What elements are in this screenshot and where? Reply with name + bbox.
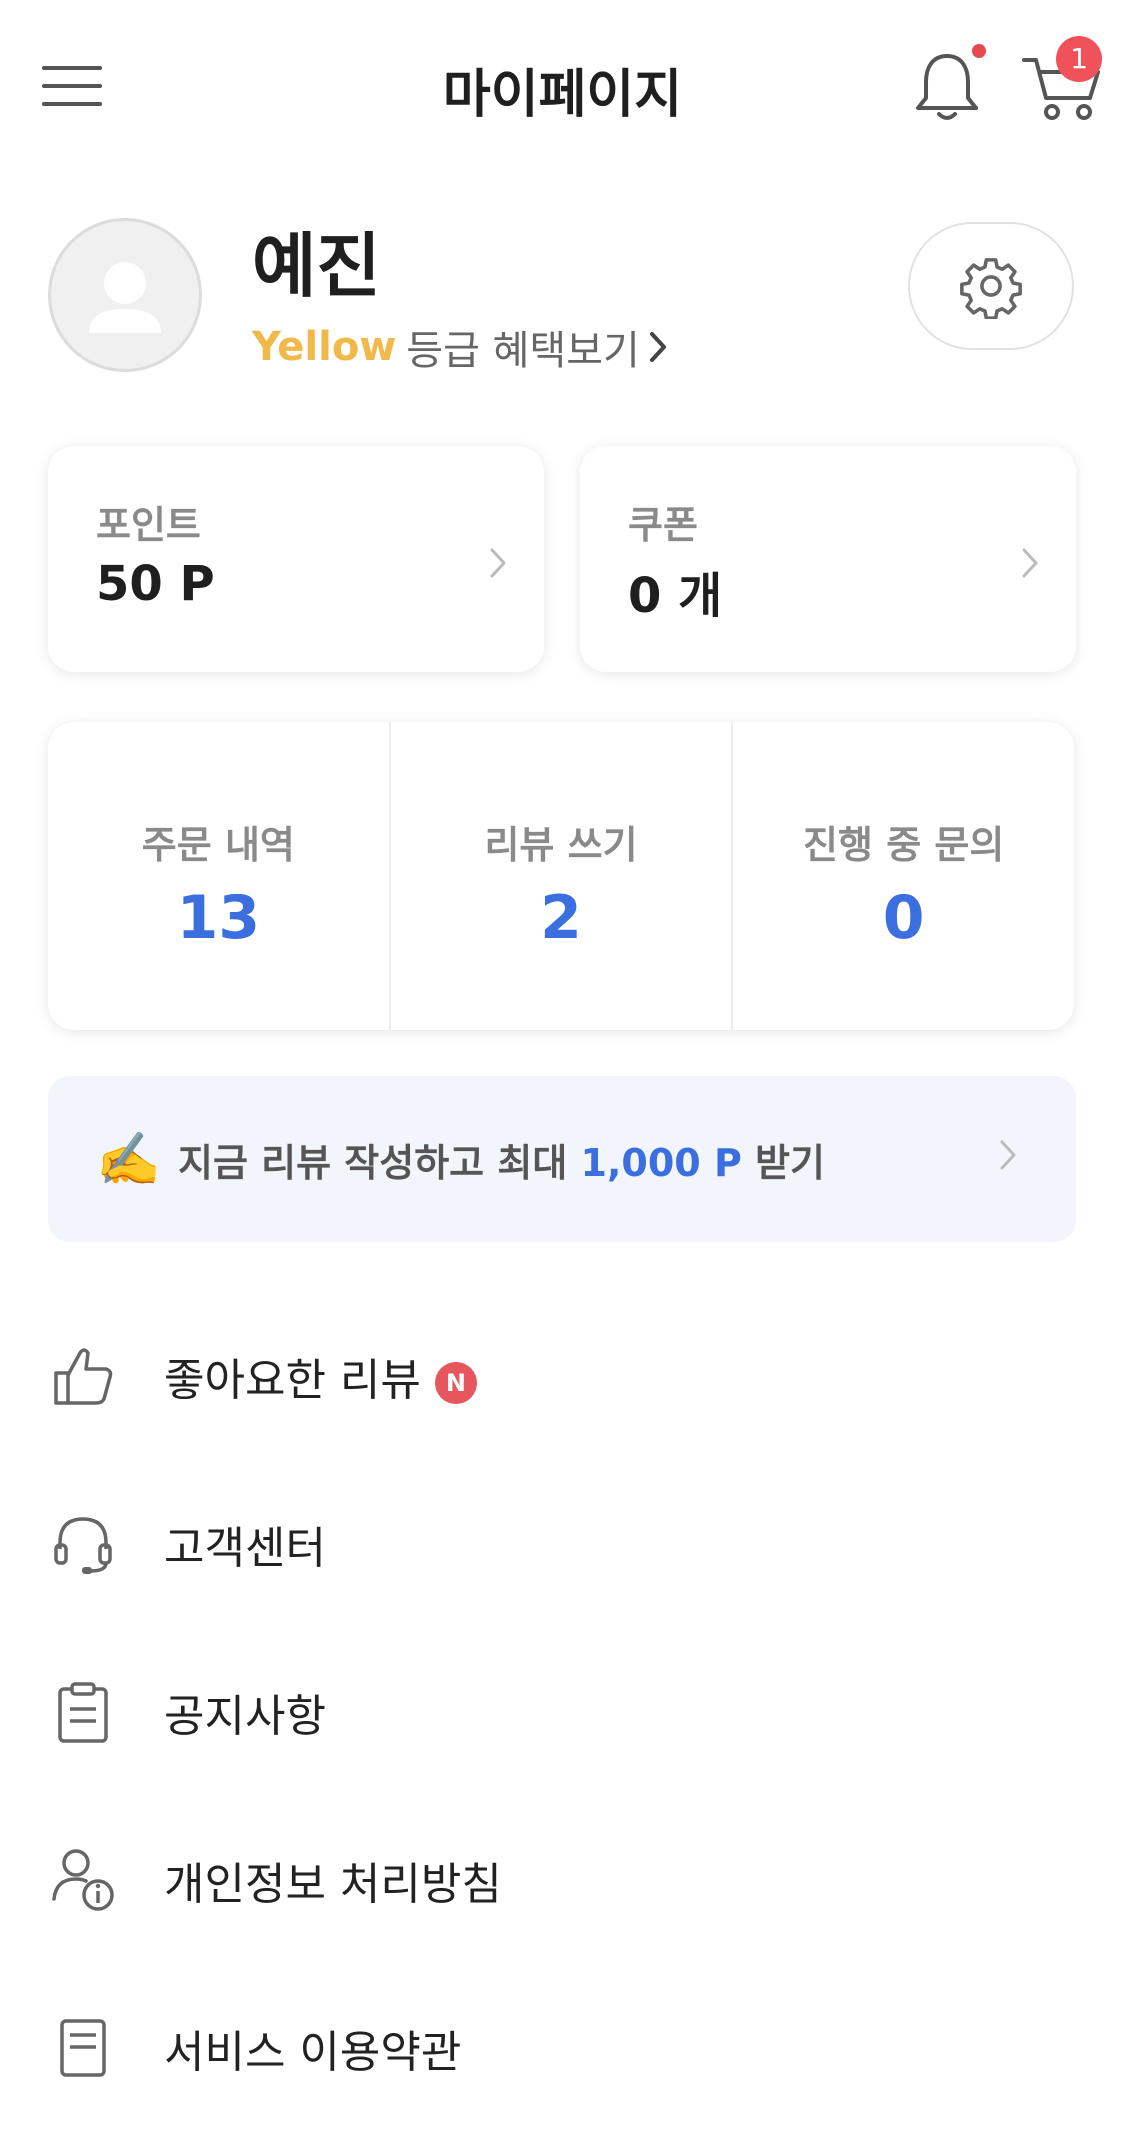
menu-item-privacy-policy[interactable]: 개인정보 처리방침 — [0, 1796, 1125, 1964]
stat-label: 진행 중 문의 — [803, 823, 1005, 867]
stat-value: 13 — [176, 883, 261, 953]
notification-dot — [972, 44, 986, 58]
cart-count-badge: 1 — [1056, 36, 1102, 82]
stat-reviews[interactable]: 리뷰 쓰기 2 — [388, 722, 732, 1030]
banner-suffix: 받기 — [755, 1140, 825, 1185]
stat-value: 2 — [540, 883, 582, 953]
grade-benefits-link[interactable]: Yellow 등급 혜택보기 — [252, 318, 668, 376]
coupon-card[interactable]: 쿠폰 0 개 — [580, 446, 1076, 672]
new-badge: N — [434, 1362, 477, 1404]
headset-icon — [48, 1509, 118, 1579]
menu-item-notices[interactable]: 공지사항 — [0, 1628, 1125, 1796]
bell-icon[interactable] — [912, 50, 982, 125]
menu-item-terms[interactable]: 서비스 이용약관 — [0, 1964, 1125, 2132]
menu-item-label: 고객센터 — [164, 1523, 326, 1574]
chevron-right-icon — [1000, 1140, 1016, 1170]
point-value: 50 P — [96, 556, 215, 612]
menu-item-label: 개인정보 처리방침 — [164, 1859, 502, 1910]
review-reward-banner[interactable]: ✍️ 지금 리뷰 작성하고 최대 1,000 P 받기 — [48, 1076, 1076, 1242]
banner-text: 지금 리뷰 작성하고 최대 1,000 P 받기 — [178, 1132, 825, 1187]
stat-value: 0 — [882, 883, 925, 953]
stat-label: 주문 내역 — [141, 823, 295, 867]
liked-reviews-text: 좋아요한 리뷰 — [164, 1355, 421, 1406]
menu-item-label: 공지사항 — [164, 1691, 326, 1742]
menu-item-label: 서비스 이용약관 — [164, 2027, 462, 2078]
point-card[interactable]: 포인트 50 P — [48, 446, 544, 672]
banner-prefix: 지금 리뷰 작성하고 최대 — [178, 1140, 568, 1185]
writing-hand-icon: ✍️ — [96, 1129, 161, 1190]
coupon-label: 쿠폰 — [628, 503, 698, 547]
user-silhouette-icon — [89, 262, 161, 333]
user-info-icon — [48, 1845, 118, 1915]
grade-label: Yellow — [252, 324, 397, 370]
top-bar: 마이페이지 1 — [0, 0, 1125, 170]
clipboard-icon — [48, 1677, 118, 1747]
point-label: 포인트 — [96, 503, 201, 547]
banner-highlight: 1,000 P — [580, 1140, 742, 1185]
stat-inquiries[interactable]: 진행 중 문의 0 — [731, 722, 1074, 1030]
menu-item-customer-center[interactable]: 고객센터 — [0, 1460, 1125, 1628]
menu-item-liked-reviews[interactable]: 좋아요한 리뷰 N — [0, 1292, 1125, 1460]
document-icon — [48, 2013, 118, 2083]
coupon-value: 0 개 — [628, 568, 723, 624]
stat-orders[interactable]: 주문 내역 13 — [48, 722, 389, 1030]
gear-icon — [960, 258, 1022, 319]
menu-list: 좋아요한 리뷰 N 고객센터 공지사항 개인정보 처리방침 서비스 이용약관 — [0, 1292, 1125, 2132]
chevron-right-icon — [490, 548, 506, 578]
menu-item-label: 좋아요한 리뷰 N — [164, 1344, 477, 1408]
user-name: 예진 — [252, 225, 381, 307]
stat-label: 리뷰 쓰기 — [484, 823, 638, 867]
chevron-right-icon — [649, 332, 666, 362]
activity-stats: 주문 내역 13 리뷰 쓰기 2 진행 중 문의 0 — [48, 722, 1074, 1030]
settings-button[interactable] — [908, 222, 1074, 350]
chevron-right-icon — [1022, 548, 1038, 578]
grade-link-text: 등급 혜택보기 — [406, 328, 640, 374]
avatar[interactable] — [48, 218, 202, 372]
thumbs-up-icon — [48, 1341, 118, 1411]
